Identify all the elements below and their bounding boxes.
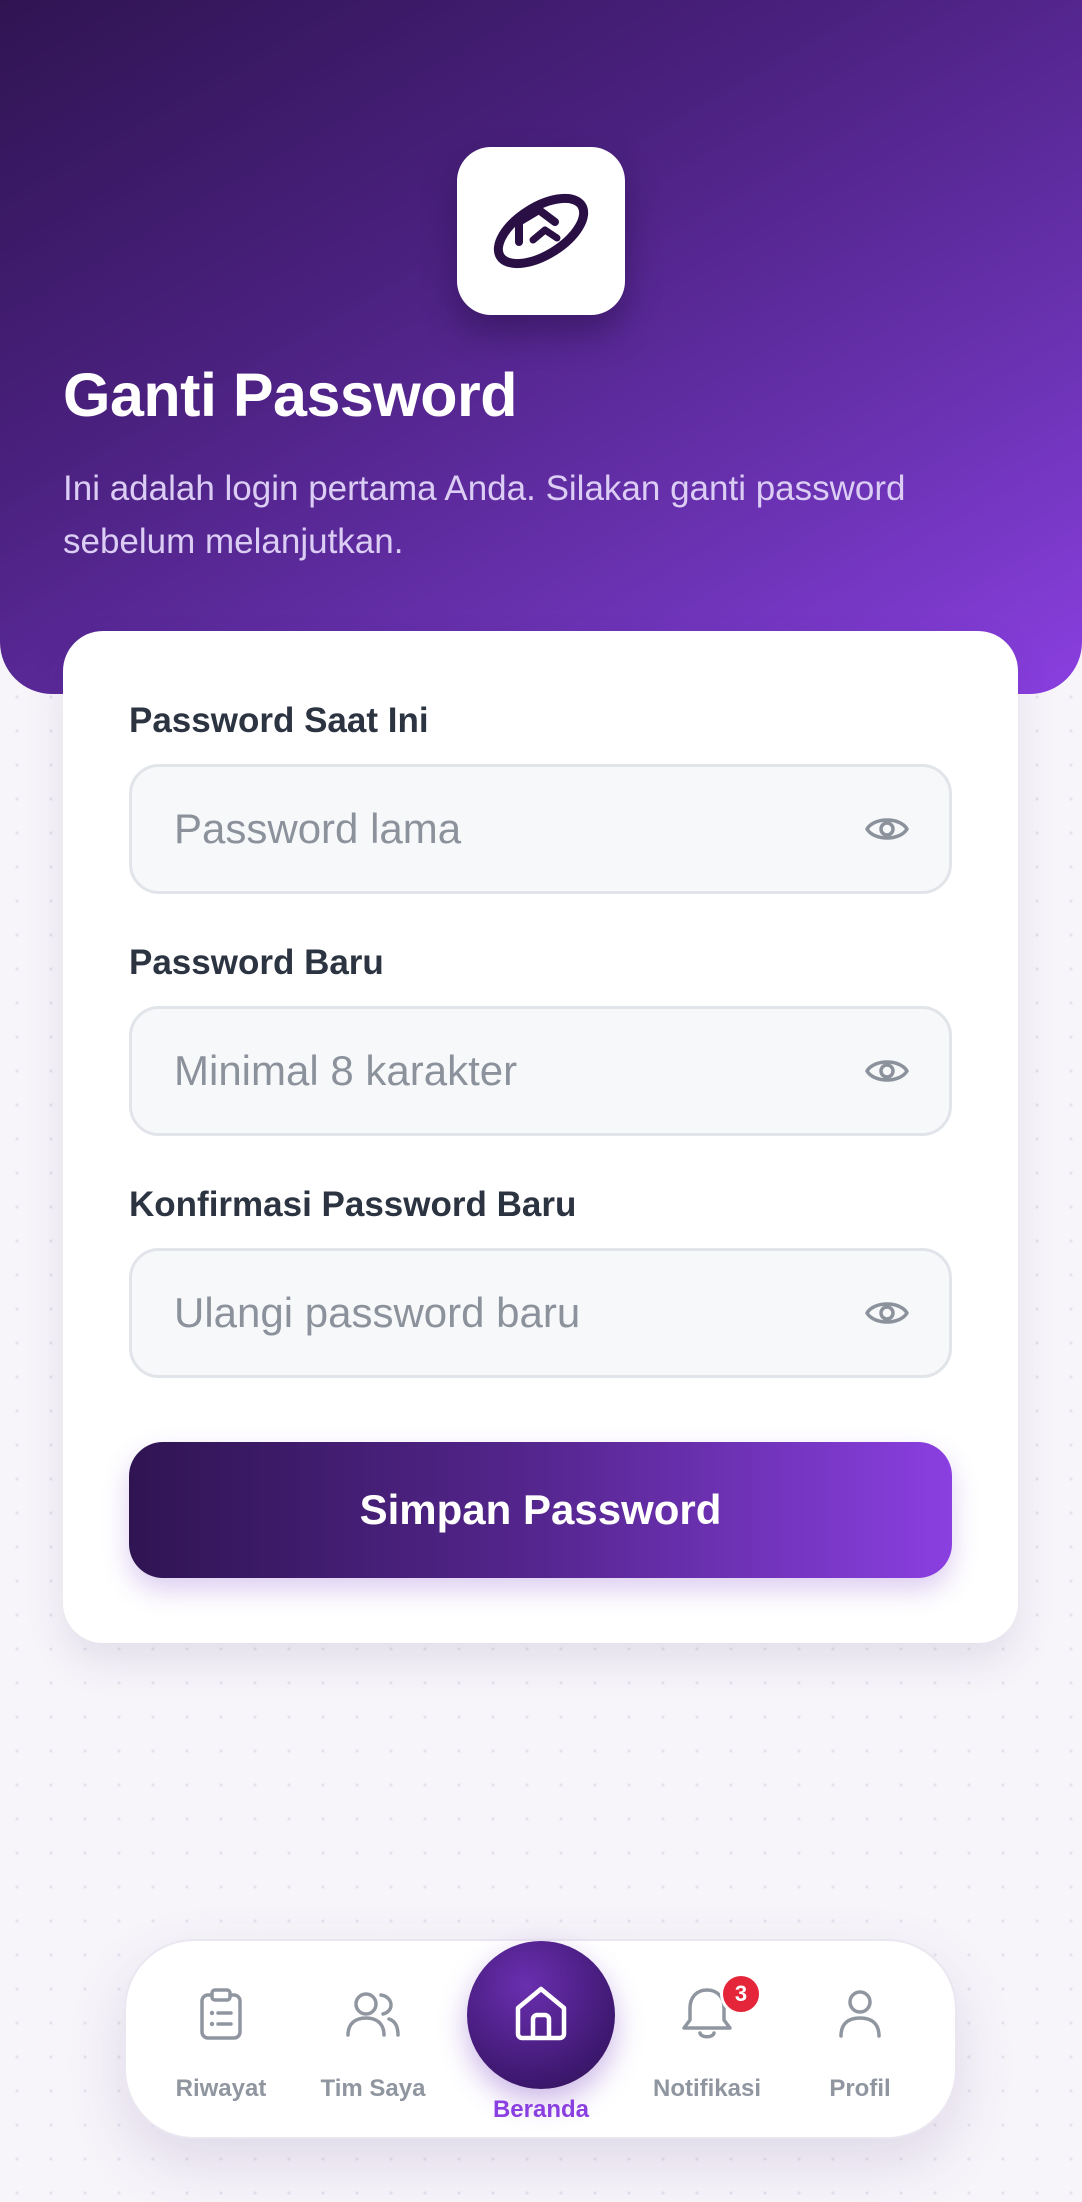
eye-icon[interactable] [863, 1049, 911, 1093]
eye-icon[interactable] [863, 807, 911, 851]
nav-item-profil[interactable]: Profil [785, 1941, 935, 2141]
save-password-button[interactable]: Simpan Password [129, 1442, 952, 1578]
nav-label: Profil [829, 2075, 891, 2102]
page-subtitle: Ini adalah login pertama Anda. Silakan g… [63, 469, 906, 561]
user-icon [832, 1986, 888, 2042]
nav-item-beranda[interactable] [467, 1941, 615, 2089]
nav-label: Notifikasi [652, 2075, 762, 2102]
clipboard-list-icon [193, 1986, 249, 2042]
current-password-input[interactable] [174, 767, 834, 891]
app-logo-icon [493, 193, 589, 269]
nav-item-tim-saya[interactable]: Tim Saya [298, 1941, 448, 2141]
home-icon [512, 1984, 570, 2047]
page-title: Ganti Password [63, 361, 518, 429]
nav-item-notifikasi[interactable]: 3 Notifikasi [632, 1941, 782, 2141]
notification-badge: 3 [720, 1973, 762, 2015]
nav-label-active: Beranda [492, 2096, 590, 2123]
new-password-field [129, 1006, 952, 1136]
current-password-field [129, 764, 952, 894]
confirm-password-input[interactable] [174, 1251, 834, 1375]
header-hero [0, 0, 1082, 694]
users-icon [345, 1986, 401, 2042]
app-logo [457, 147, 625, 315]
change-password-card: Password Saat Ini Password Baru Konfirma… [63, 631, 1018, 1643]
current-password-label: Password Saat Ini [129, 701, 429, 740]
new-password-label: Password Baru [129, 943, 384, 982]
new-password-input[interactable] [174, 1009, 834, 1133]
eye-icon[interactable] [863, 1291, 911, 1335]
confirm-password-label: Konfirmasi Password Baru [129, 1185, 577, 1224]
nav-item-riwayat[interactable]: Riwayat [146, 1941, 296, 2141]
confirm-password-field [129, 1248, 952, 1378]
nav-label: Tim Saya [320, 2075, 426, 2102]
nav-label: Riwayat [175, 2075, 267, 2102]
